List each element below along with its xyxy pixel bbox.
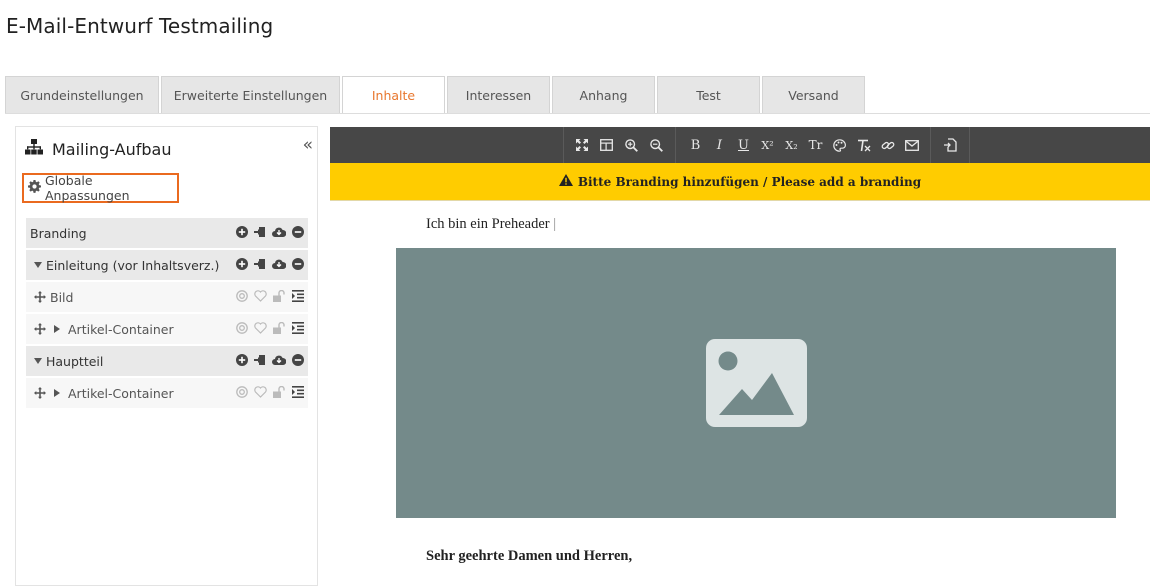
underline-button[interactable]: U: [736, 138, 751, 153]
tree-label: Artikel-Container: [68, 385, 174, 401]
tree-group-einleitung[interactable]: Einleitung (vor Inhaltsverz.): [26, 250, 308, 280]
tab-test[interactable]: Test: [657, 76, 760, 113]
content-divider: [330, 200, 1150, 201]
tree-label: Branding: [30, 225, 87, 241]
warning-icon: [558, 174, 573, 189]
tree-label: Einleitung (vor Inhaltsverz.): [46, 257, 220, 273]
import-icon[interactable]: [254, 258, 266, 270]
text-cursor: |: [553, 216, 557, 232]
cloud-download-icon[interactable]: [272, 258, 286, 270]
global-adjustments-button[interactable]: Globale Anpassungen: [22, 173, 179, 203]
move-icon[interactable]: [34, 291, 46, 303]
caret-right-icon[interactable]: [54, 389, 60, 397]
target-icon[interactable]: [236, 290, 248, 302]
bold-button[interactable]: B: [688, 138, 703, 153]
tree-label: Artikel-Container: [68, 321, 174, 337]
caret-down-icon[interactable]: [34, 358, 42, 364]
move-icon[interactable]: [34, 323, 46, 335]
toolbar-group-format: B I U X² X₂ Tr: [675, 127, 929, 163]
heart-icon[interactable]: [254, 386, 267, 398]
gear-icon: [28, 180, 41, 196]
tab-versand[interactable]: Versand: [762, 76, 865, 113]
toolbar-group-insert: [930, 127, 970, 163]
remove-icon[interactable]: [292, 226, 304, 238]
import-icon[interactable]: [254, 354, 266, 366]
zoom-in-icon[interactable]: [624, 138, 640, 152]
target-icon[interactable]: [236, 386, 248, 398]
tab-erweiterte-einstellungen[interactable]: Erweiterte Einstellungen: [161, 76, 340, 113]
email-editor: B I U X² X₂ Tr Bitte Branding hinzufügen…: [330, 127, 1150, 576]
tab-inhalte[interactable]: Inhalte: [342, 76, 445, 113]
preheader-text[interactable]: Ich bin ein Preheader |: [426, 216, 556, 233]
italic-button[interactable]: I: [712, 138, 727, 153]
fullscreen-icon[interactable]: [574, 139, 590, 151]
panel-title: Mailing-Aufbau: [52, 139, 172, 159]
tab-anhang[interactable]: Anhang: [552, 76, 655, 113]
preheader-label: Ich bin ein Preheader: [426, 216, 550, 232]
caret-right-icon[interactable]: [54, 325, 60, 333]
unlock-icon[interactable]: [273, 386, 286, 398]
insert-file-icon[interactable]: [942, 138, 958, 152]
unlock-icon[interactable]: [273, 322, 286, 334]
add-icon[interactable]: [236, 354, 248, 366]
remove-icon[interactable]: [292, 354, 304, 366]
remove-icon[interactable]: [292, 258, 304, 270]
cloud-download-icon[interactable]: [272, 354, 286, 366]
move-icon[interactable]: [34, 387, 46, 399]
clear-format-icon[interactable]: [856, 139, 871, 152]
import-icon[interactable]: [254, 226, 266, 238]
link-icon[interactable]: [880, 139, 895, 152]
image-placeholder[interactable]: [396, 248, 1116, 518]
image-icon: [706, 339, 807, 427]
tab-interessen[interactable]: Interessen: [447, 76, 550, 113]
superscript-button[interactable]: X²: [760, 139, 775, 152]
subscript-button[interactable]: X₂: [784, 139, 799, 152]
text-style-button[interactable]: Tr: [808, 138, 823, 152]
greeting-text[interactable]: Sehr geehrte Damen und Herren,: [426, 548, 632, 565]
tree-group-branding[interactable]: Branding: [26, 218, 308, 248]
unlock-icon[interactable]: [273, 290, 286, 302]
caret-down-icon[interactable]: [34, 262, 42, 268]
toolbar-group-view: [563, 127, 674, 163]
tab-grundeinstellungen[interactable]: Grundeinstellungen: [5, 76, 159, 113]
editor-toolbar: B I U X² X₂ Tr: [330, 127, 1150, 163]
tree-item-artikel-container[interactable]: Artikel-Container: [26, 378, 308, 408]
tree-group-hauptteil[interactable]: Hauptteil: [26, 346, 308, 376]
tree-item-bild[interactable]: Bild: [26, 282, 308, 312]
page-title: E-Mail-Entwurf Testmailing: [6, 14, 274, 38]
add-icon[interactable]: [236, 226, 248, 238]
palette-icon[interactable]: [832, 138, 847, 152]
branding-warning-banner: Bitte Branding hinzufügen / Please add a…: [330, 163, 1150, 200]
layout-icon[interactable]: [599, 139, 615, 151]
indent-icon[interactable]: [292, 386, 304, 398]
tab-bar: Grundeinstellungen Erweiterte Einstellun…: [5, 76, 867, 113]
target-icon[interactable]: [236, 322, 248, 334]
envelope-icon[interactable]: [904, 139, 919, 151]
add-icon[interactable]: [236, 258, 248, 270]
panel-header: Mailing-Aufbau: [25, 139, 171, 159]
indent-icon[interactable]: [292, 322, 304, 334]
collapse-panel-button[interactable]: «: [303, 135, 313, 155]
global-adjustments-label: Globale Anpassungen: [45, 173, 130, 203]
tree-item-artikel-container[interactable]: Artikel-Container: [26, 314, 308, 344]
tab-divider: [5, 113, 1150, 114]
heart-icon[interactable]: [254, 290, 267, 302]
structure-tree: Branding Einleitung (vor Inhaltsverz.) B…: [26, 218, 308, 410]
mailing-structure-panel: Mailing-Aufbau « Globale Anpassungen Bra…: [15, 126, 318, 586]
cloud-download-icon[interactable]: [272, 226, 286, 238]
sitemap-icon: [25, 139, 43, 159]
indent-icon[interactable]: [292, 290, 304, 302]
tree-label: Bild: [50, 289, 74, 305]
tree-label: Hauptteil: [46, 353, 104, 369]
warning-text: Bitte Branding hinzufügen / Please add a…: [577, 174, 922, 189]
heart-icon[interactable]: [254, 322, 267, 334]
zoom-out-icon[interactable]: [648, 138, 664, 152]
